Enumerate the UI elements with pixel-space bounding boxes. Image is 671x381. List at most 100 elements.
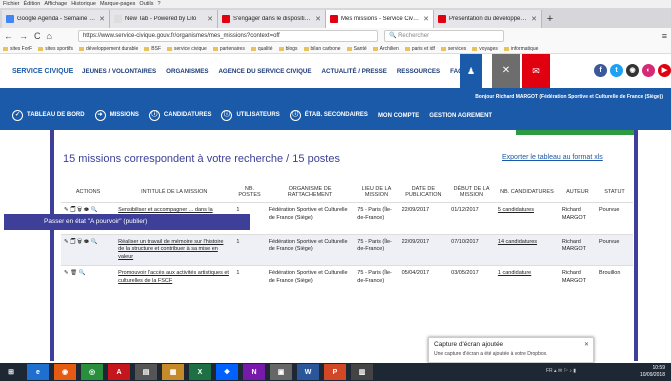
taskbar-app-icon[interactable]: e (27, 364, 49, 380)
reload-icon[interactable]: C (34, 31, 41, 41)
main-nav-item[interactable]: AGENCE DU SERVICE CIVIQUE (218, 68, 311, 75)
taskbar-app-icon[interactable]: A (108, 364, 130, 380)
menu-item[interactable]: Fichier (3, 0, 20, 8)
forward-icon[interactable]: → (19, 31, 28, 41)
bookmark-item[interactable]: BSF (144, 44, 161, 53)
column-header[interactable]: DÉBUT DE LA MISSION (448, 182, 495, 203)
home-icon[interactable]: ⌂ (47, 31, 52, 41)
admin-nav-item[interactable]: ⓘ UTILISATEURS (221, 110, 280, 121)
close-tab-icon[interactable]: ✕ (531, 15, 537, 23)
bookmark-item[interactable]: Archilien (373, 44, 399, 53)
cell-title[interactable]: Réaliser un travail de mémoire sur l'his… (115, 233, 234, 266)
cell-title[interactable]: Promouvoir l'accès aux activités artisti… (115, 265, 234, 289)
cell-cand[interactable]: 1 candidature (494, 265, 559, 289)
bookmark-item[interactable]: partenaires (213, 44, 245, 53)
menu-item[interactable]: Marque-pages (100, 0, 135, 8)
close-tab-icon[interactable]: ✕ (207, 15, 213, 23)
taskbar-app-icon[interactable]: ❖ (216, 364, 238, 380)
bookmark-item[interactable]: informatique (504, 44, 539, 53)
social-icon[interactable]: f (594, 64, 607, 77)
bookmark-item[interactable]: service civique (167, 44, 207, 53)
admin-nav-item[interactable]: ⓘ CANDIDATURES (148, 110, 211, 121)
social-icon[interactable]: ▶ (658, 64, 671, 77)
site-logo[interactable]: SERVICE CIVIQUE (0, 68, 82, 75)
bookmark-item[interactable]: paris et idf (405, 44, 435, 53)
cell-postes: 1 (233, 233, 266, 266)
menu-icon[interactable]: ≡ (662, 31, 667, 41)
menu-item[interactable]: Historique (71, 0, 96, 8)
browser-tab[interactable]: New Tab - Powered by Lilo ✕ (110, 10, 218, 28)
bookmark-item[interactable]: voyages (472, 44, 498, 53)
menu-item[interactable]: Édition (24, 0, 41, 8)
bookmark-item[interactable]: sites sportifs (38, 44, 73, 53)
admin-nav-item[interactable]: MON COMPTE (378, 113, 419, 119)
taskbar-app-icon[interactable]: N (243, 364, 265, 380)
browser-tab[interactable]: Mes missions - Service Civique ✕ (326, 10, 434, 28)
taskbar-app-icon[interactable]: ◎ (81, 364, 103, 380)
main-nav-item[interactable]: ACTUALITÉ / PRESSE (322, 68, 387, 75)
cell-actions[interactable]: ✎ 🗑 🔍 (61, 265, 116, 289)
bookmark-item[interactable]: développement durable (79, 44, 138, 53)
taskbar-app-icon[interactable]: ▥ (351, 364, 373, 380)
column-header[interactable]: ORGANISME DE RATTACHEMENT (266, 182, 355, 203)
main-nav-item[interactable]: ORGANISMES (166, 68, 208, 75)
close-icon[interactable]: ✕ (584, 341, 589, 348)
browser-tab[interactable]: S'engager dans le dispositif | Pla ✕ (218, 10, 326, 28)
person-icon[interactable]: ♟ (460, 54, 482, 88)
green-button[interactable] (516, 130, 634, 135)
close-tab-icon[interactable]: ✕ (423, 15, 429, 23)
bookmark-item[interactable]: sites ForF (3, 44, 32, 53)
browser-tab[interactable]: Présentation du développement ✕ (434, 10, 542, 28)
menu-item[interactable]: Outils (139, 0, 153, 8)
admin-nav-item[interactable]: ✓ TABLEAU DE BORD (12, 110, 85, 121)
taskbar-app-icon[interactable]: X (189, 364, 211, 380)
admin-nav-item[interactable]: ➜ MISSIONS (94, 110, 139, 121)
site-header: SERVICE CIVIQUE JEUNES / VOLONTAIRES ORGA… (0, 54, 671, 88)
column-header[interactable]: INTITULÉ DE LA MISSION (115, 182, 233, 203)
close-tab-icon[interactable]: ✕ (99, 15, 105, 23)
column-header[interactable]: NB. POSTES (233, 182, 265, 203)
column-header[interactable]: DATE DE PUBLICATION (399, 182, 449, 203)
taskbar-app-icon[interactable]: ▦ (162, 364, 184, 380)
column-header[interactable]: LIEU DE LA MISSION (354, 182, 398, 203)
taskbar-app-icon[interactable]: P (324, 364, 346, 380)
address-bar[interactable]: https://www.service-civique.gouv.fr/orga… (77, 30, 378, 42)
close-tab-icon[interactable]: ✕ (315, 15, 321, 23)
social-icon[interactable]: ◉ (626, 64, 639, 77)
social-icon[interactable]: t (610, 64, 623, 77)
export-xls-link[interactable]: Exporter le tableau au format xls (502, 154, 603, 161)
close-icon[interactable]: ✕ (492, 54, 520, 88)
bookmark-item[interactable]: bilan carbone (304, 44, 341, 53)
bookmark-item[interactable]: services (441, 44, 466, 53)
cell-org: Fédération Sportive et Culturelle de Fra… (265, 233, 355, 266)
clock-time: 10:59 (652, 365, 665, 371)
cell-cand[interactable]: 5 candidatures (494, 202, 559, 234)
back-icon[interactable]: ← (4, 31, 13, 41)
cell-cand[interactable]: 14 candidatures (494, 233, 559, 266)
main-nav-item[interactable]: RESSOURCES (397, 68, 440, 75)
mail-icon[interactable]: ✉ (522, 54, 550, 88)
new-tab-button[interactable]: + (542, 10, 558, 28)
menu-item[interactable]: ? (157, 0, 160, 8)
column-header[interactable]: ACTIONS (61, 182, 115, 203)
search-input[interactable]: 🔍 Rechercher (383, 30, 504, 42)
taskbar-app-icon[interactable]: ▤ (135, 364, 157, 380)
taskbar-app-icon[interactable]: ⊞ (0, 364, 22, 380)
bookmark-item[interactable]: Santé (347, 44, 367, 53)
browser-tab[interactable]: Google Agenda - Semaine du 1 ✕ (2, 10, 110, 28)
taskbar-app-icon[interactable]: W (297, 364, 319, 380)
taskbar-app-icon[interactable]: ◉ (54, 364, 76, 380)
bookmark-item[interactable]: qualité (251, 44, 273, 53)
system-tray[interactable]: FR ▴ ✉ ⚐ ♪ ▮ (546, 368, 576, 374)
bookmark-item[interactable]: blogs (279, 44, 298, 53)
main-nav-item[interactable]: JEUNES / VOLONTAIRES (82, 68, 156, 75)
admin-nav-item[interactable]: ⓘ ÉTAB. SECONDAIRES (289, 110, 368, 121)
cell-actions[interactable]: ✎ 🗍 🗑 👁 🔍 (61, 233, 116, 266)
social-icon[interactable]: ◐ (642, 64, 655, 77)
admin-nav-item[interactable]: GESTION AGREMENT (429, 113, 492, 119)
menu-item[interactable]: Affichage (44, 0, 67, 8)
taskbar-app-icon[interactable]: ▣ (270, 364, 292, 380)
column-header[interactable]: AUTEUR (559, 182, 596, 203)
column-header[interactable]: STATUT (596, 182, 633, 203)
column-header[interactable]: NB. CANDIDATURES (495, 182, 559, 203)
